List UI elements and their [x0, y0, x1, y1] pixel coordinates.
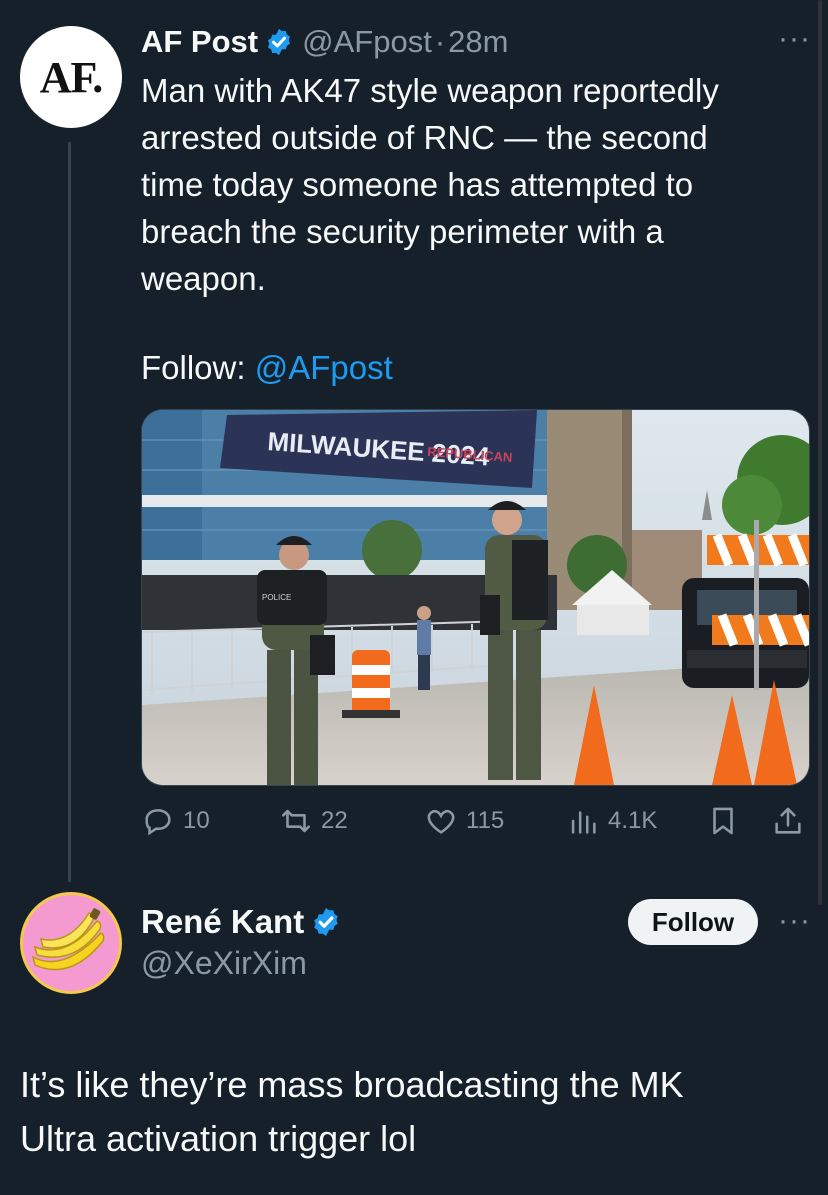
reply-author-avatar[interactable] [20, 892, 122, 994]
tweet-header: AF Post @AFpost · 28m [141, 22, 508, 62]
scrollbar[interactable] [818, 0, 822, 905]
reply-header: René Kant [141, 900, 350, 944]
retweet-icon [281, 809, 311, 833]
tweet-text: Man with AK47 style weapon reportedly ar… [141, 72, 719, 297]
views-chart-icon [571, 811, 596, 834]
follow-button[interactable]: Follow [628, 899, 758, 945]
mention-link[interactable]: @AFpost [255, 349, 393, 386]
more-options-icon[interactable]: ··· [778, 22, 811, 56]
reply-more-options-icon[interactable]: ··· [778, 904, 811, 938]
avatar-logo-text: AF. [39, 52, 104, 102]
reply-icon [145, 809, 171, 836]
retweet-button[interactable]: 22 [279, 804, 348, 838]
banana-icon [31, 908, 105, 971]
like-count: 115 [466, 807, 505, 834]
tweet-timestamp[interactable]: 28m [448, 24, 508, 60]
bookmark-icon [713, 807, 733, 835]
author-name[interactable]: AF Post [141, 24, 258, 60]
author-avatar[interactable]: AF. [20, 26, 122, 128]
verified-badge-icon [268, 28, 291, 56]
tweet-action-bar: 10 22 115 4.1K [141, 804, 808, 844]
tweet-photo[interactable]: MILWAUKEE 2024 REPUBLICAN POLICE [141, 409, 810, 786]
tweet-follow-line: Follow: @AFpost [141, 344, 393, 391]
views-count: 4.1K [608, 807, 658, 834]
reply-author-handle[interactable]: @XeXirXim [141, 945, 307, 982]
author-handle[interactable]: @AFpost [302, 24, 432, 60]
share-icon [775, 807, 801, 834]
header-separator: · [434, 24, 446, 59]
bookmark-button[interactable] [706, 804, 748, 838]
vest-text: POLICE [262, 593, 291, 602]
photo-scene: MILWAUKEE 2024 REPUBLICAN POLICE [142, 410, 809, 785]
like-button[interactable]: 115 [424, 804, 504, 838]
reply-text: It’s like they’re mass broadcasting the … [20, 1064, 684, 1159]
verified-badge-icon [314, 908, 338, 936]
reply-count: 10 [183, 807, 210, 834]
retweet-count: 22 [321, 807, 348, 834]
views-button[interactable]: 4.1K [566, 804, 657, 838]
reply-button[interactable]: 10 [141, 804, 210, 838]
follow-prefix: Follow: [141, 349, 255, 386]
thread-connector-line [68, 142, 71, 882]
reply-author-name[interactable]: René Kant [141, 903, 304, 941]
heart-icon [427, 810, 455, 834]
share-button[interactable] [771, 804, 813, 838]
